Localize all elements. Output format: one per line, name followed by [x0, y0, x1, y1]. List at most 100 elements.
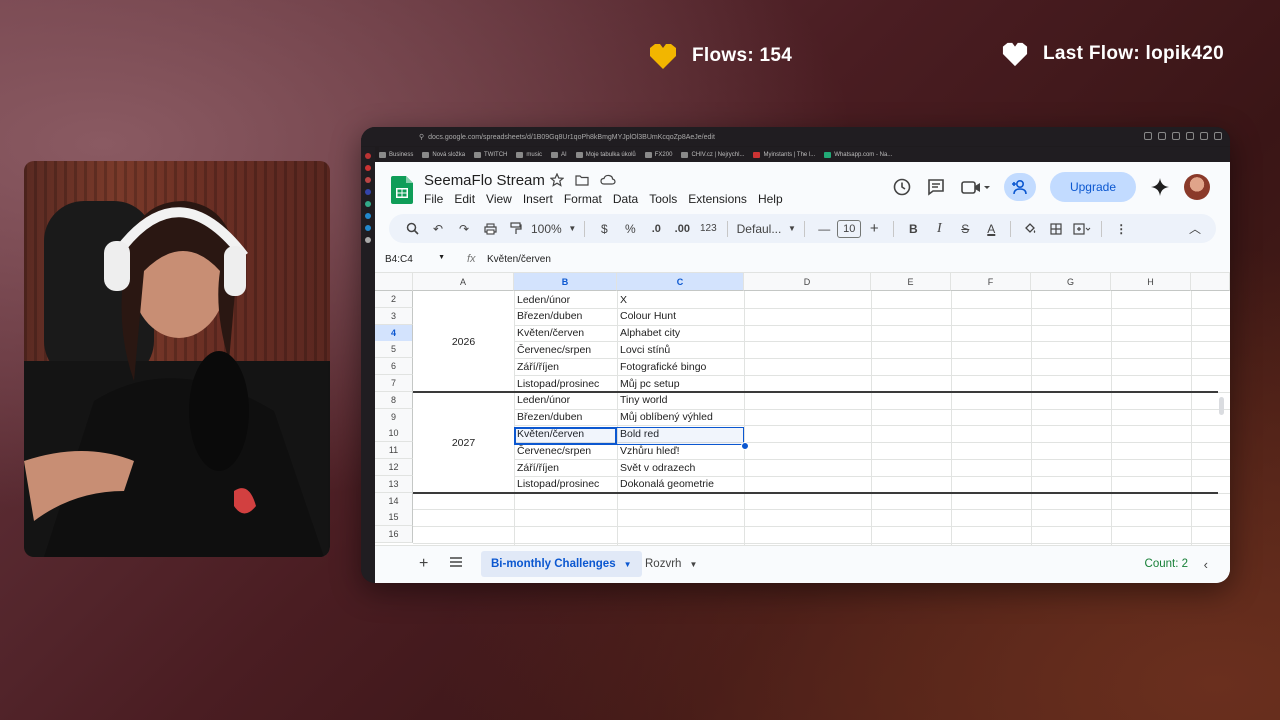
- increase-font-size-button[interactable]: +: [863, 217, 885, 241]
- vertical-scrollbar[interactable]: [1219, 397, 1224, 415]
- add-sheet-icon[interactable]: +: [419, 555, 428, 573]
- currency-format-button[interactable]: $: [593, 217, 615, 241]
- cell-b12[interactable]: Září/říjen: [514, 459, 617, 476]
- row-header-13[interactable]: 13: [375, 475, 413, 493]
- italic-icon[interactable]: I: [928, 217, 950, 241]
- extension-icon[interactable]: [1158, 132, 1166, 140]
- strikethrough-icon[interactable]: S: [954, 217, 976, 241]
- search-menus-icon[interactable]: [401, 217, 423, 241]
- row-header-10[interactable]: 10: [375, 425, 413, 443]
- cell-year-1[interactable]: 2027: [413, 392, 514, 493]
- menu-file[interactable]: File: [424, 192, 443, 206]
- bold-icon[interactable]: B: [902, 217, 924, 241]
- extension-icon[interactable]: [1172, 132, 1180, 140]
- chevron-left-icon[interactable]: ‹: [1204, 557, 1208, 572]
- extension-icon[interactable]: [1200, 132, 1208, 140]
- increase-decimal-button[interactable]: .00: [671, 217, 693, 241]
- cloud-status-icon[interactable]: [600, 174, 616, 186]
- column-header-d[interactable]: D: [744, 273, 871, 291]
- percent-format-button[interactable]: %: [619, 217, 641, 241]
- share-button[interactable]: [1003, 173, 1036, 201]
- undo-icon[interactable]: ↶: [427, 217, 449, 241]
- bookmark-item[interactable]: Moje tabulka úkolů: [575, 151, 636, 158]
- cell-c9[interactable]: Můj oblíbený výhled: [617, 409, 744, 426]
- cell-c7[interactable]: Můj pc setup: [617, 375, 744, 392]
- upgrade-button[interactable]: Upgrade: [1049, 172, 1136, 202]
- tab-rozvrh[interactable]: Rozvrh ▼: [645, 551, 697, 577]
- row-header-12[interactable]: 12: [375, 459, 413, 476]
- address-bar[interactable]: ⚲ docs.google.com/spreadsheets/d/1B09Gq8…: [419, 132, 715, 142]
- text-color-icon[interactable]: A: [980, 217, 1002, 241]
- sidebar-app-icon[interactable]: [365, 225, 371, 231]
- menu-edit[interactable]: Edit: [454, 192, 475, 206]
- sidebar-app-icon[interactable]: [365, 165, 371, 171]
- column-header-h[interactable]: H: [1111, 273, 1191, 291]
- sheets-logo-icon[interactable]: [391, 176, 413, 204]
- row-header-8[interactable]: 8: [375, 391, 413, 409]
- cell-b2[interactable]: Leden/únor: [514, 291, 617, 308]
- sidebar-app-icon[interactable]: [365, 237, 371, 243]
- extension-icon[interactable]: [1144, 132, 1152, 140]
- row-header-15[interactable]: 15: [375, 509, 413, 527]
- cell-b3[interactable]: Březen/duben: [514, 308, 617, 325]
- gemini-sparkle-icon[interactable]: [1150, 177, 1170, 197]
- cell-c2[interactable]: X: [617, 291, 744, 308]
- cell-c5[interactable]: Lovci stínů: [617, 341, 744, 358]
- paint-format-icon[interactable]: [505, 217, 527, 241]
- column-header-a[interactable]: A: [413, 273, 514, 291]
- user-avatar[interactable]: [1184, 174, 1210, 200]
- menu-tools[interactable]: Tools: [649, 192, 677, 206]
- meet-video-icon[interactable]: [960, 177, 990, 197]
- cell-b8[interactable]: Leden/únor: [514, 392, 617, 409]
- collapse-menus-icon[interactable]: ︿: [1184, 217, 1206, 241]
- sidebar-app-icon[interactable]: [365, 153, 371, 159]
- bookmark-item[interactable]: TWITCH: [474, 151, 507, 158]
- bookmark-item[interactable]: Myinstants | The l...: [753, 151, 815, 158]
- star-icon[interactable]: [550, 173, 564, 187]
- spreadsheet-grid[interactable]: A B C D E F G H 2 Leden/únor X 3 Březen/dube…: [375, 273, 1230, 545]
- name-box[interactable]: B4:C4 ▼: [385, 254, 445, 265]
- zoom-select[interactable]: 100% ▼: [531, 217, 576, 241]
- borders-icon[interactable]: [1045, 217, 1067, 241]
- decrease-decimal-button[interactable]: .0: [645, 217, 667, 241]
- cell-b9[interactable]: Březen/duben: [514, 409, 617, 426]
- cell-c3[interactable]: Colour Hunt: [617, 308, 744, 325]
- merge-cells-icon[interactable]: [1071, 217, 1093, 241]
- cell-b6[interactable]: Září/říjen: [514, 358, 617, 375]
- row-header-6[interactable]: 6: [375, 358, 413, 376]
- menu-help[interactable]: Help: [758, 192, 783, 206]
- cell-year-0[interactable]: 2026: [413, 292, 514, 392]
- row-header-4[interactable]: 4: [375, 324, 413, 342]
- column-header-b[interactable]: B: [514, 273, 617, 291]
- row-header-2[interactable]: 2: [375, 291, 413, 308]
- row-header-11[interactable]: 11: [375, 442, 413, 460]
- comments-icon[interactable]: [926, 177, 946, 197]
- selection-count[interactable]: Count: 2: [1145, 558, 1188, 570]
- move-folder-icon[interactable]: [575, 174, 589, 186]
- bookmark-item[interactable]: Nová složka: [422, 151, 465, 158]
- row-header-9[interactable]: 9: [375, 408, 413, 426]
- sidebar-app-icon[interactable]: [365, 213, 371, 219]
- cell-c12[interactable]: Svět v odrazech: [617, 459, 744, 476]
- fill-handle[interactable]: [741, 442, 749, 450]
- column-header-g[interactable]: G: [1031, 273, 1111, 291]
- tab-bi-monthly-challenges[interactable]: Bi-monthly Challenges ▼: [481, 551, 642, 577]
- decrease-font-size-button[interactable]: —: [813, 217, 835, 241]
- fill-color-icon[interactable]: [1019, 217, 1041, 241]
- bookmark-item[interactable]: Whatsapp.com - Na...: [824, 151, 892, 158]
- row-header-3[interactable]: 3: [375, 307, 413, 325]
- bookmark-item[interactable]: AI: [551, 151, 567, 158]
- all-sheets-icon[interactable]: [449, 556, 463, 568]
- menu-data[interactable]: Data: [613, 192, 638, 206]
- menu-extensions[interactable]: Extensions: [688, 192, 747, 206]
- more-formats-button[interactable]: 123: [697, 217, 719, 241]
- row-header-16[interactable]: 16: [375, 526, 413, 544]
- font-size-input[interactable]: 10: [837, 219, 862, 238]
- select-all-corner[interactable]: [375, 273, 413, 291]
- cell-c13[interactable]: Dokonalá geometrie: [617, 476, 744, 493]
- bookmark-item[interactable]: FX200: [644, 151, 672, 158]
- row-header-7[interactable]: 7: [375, 375, 413, 392]
- cell-b5[interactable]: Červenec/srpen: [514, 341, 617, 358]
- cell-b4[interactable]: Květen/červen: [514, 325, 617, 342]
- bookmark-item[interactable]: music: [516, 151, 542, 158]
